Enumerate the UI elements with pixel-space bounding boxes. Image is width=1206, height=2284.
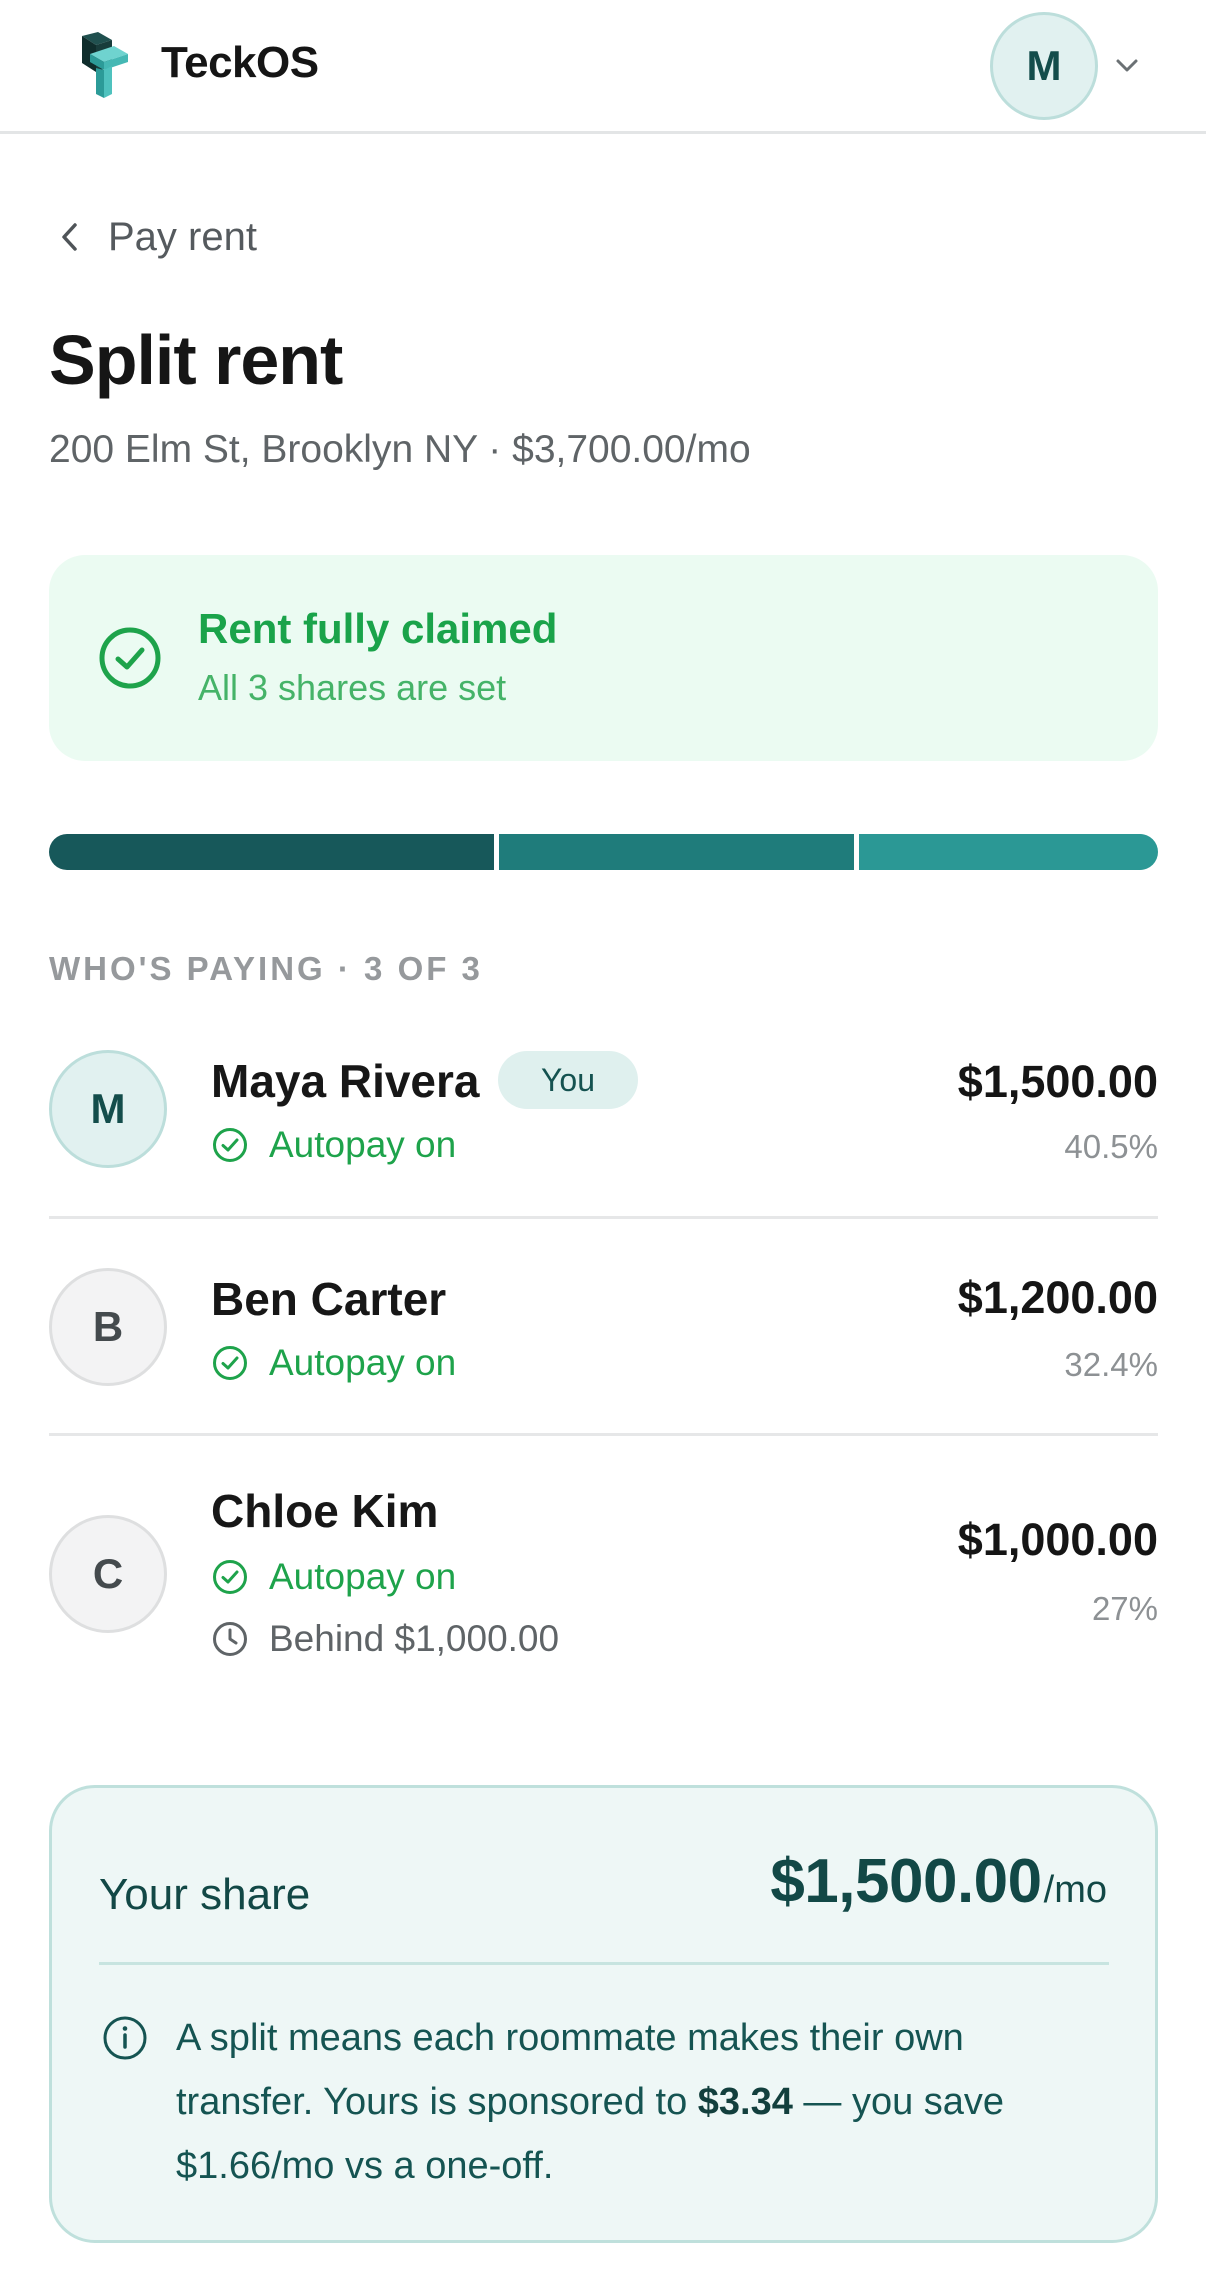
info-icon [103, 2016, 147, 2060]
share-value: $1,500.00 [770, 1847, 1042, 1916]
your-share-amount: $1,500.00 /mo [770, 1846, 1107, 1917]
roommate-name: Ben Carter [211, 1273, 447, 1325]
roommate-name: Maya Rivera [211, 1055, 480, 1107]
info-text-sponsored: $3.34 [697, 2081, 793, 2123]
roommate-row[interactable]: C Chloe Kim Autopay on Behind $1,000.00 … [49, 1484, 1158, 1664]
back-label: Pay rent [108, 214, 257, 259]
autopay-label: Autopay on [269, 1556, 457, 1597]
split-progress-bar [49, 834, 1158, 870]
alert-subtitle: All 3 shares are set [198, 667, 507, 708]
you-badge: You [498, 1051, 638, 1109]
app-header: TeckOS M [0, 0, 1206, 134]
share-amount: $1,000.00 [957, 1514, 1158, 1565]
row-divider [49, 1433, 1158, 1436]
section-label: WHO'S PAYING · 3 OF 3 [49, 950, 483, 987]
share-percent: 27% [1091, 1590, 1158, 1627]
chevron-left-icon [62, 223, 77, 251]
split-segment-chloe [859, 834, 1158, 870]
autopay-status: Autopay on [211, 1556, 456, 1598]
share-percent: 32.4% [1064, 1346, 1158, 1383]
share-percent: 40.5% [1064, 1128, 1158, 1165]
page-title: Split rent [49, 321, 343, 399]
autopay-label: Autopay on [269, 1124, 457, 1165]
check-circle-icon [213, 1560, 247, 1594]
avatar: B [49, 1268, 167, 1386]
your-share-card: Your share $1,500.00 /mo A split means e… [49, 1785, 1158, 2243]
claimed-alert: Rent fully claimed All 3 shares are set [49, 555, 1158, 761]
avatar: M [49, 1050, 167, 1168]
check-circle-icon [213, 1346, 247, 1380]
split-segment-ben [499, 834, 854, 870]
behind-status: Behind $1,000.00 [211, 1618, 559, 1660]
app-title: TeckOS [161, 38, 319, 87]
teckos-logo[interactable] [68, 32, 130, 100]
roommate-row[interactable]: B Ben Carter Autopay on $1,200.00 32.4% [49, 1268, 1158, 1388]
info-text: A split means each roommate makes their … [176, 2006, 1096, 2198]
alert-title: Rent fully claimed [198, 605, 558, 652]
autopay-label: Autopay on [269, 1342, 457, 1383]
clock-icon [213, 1622, 247, 1656]
autopay-status: Autopay on [211, 1124, 456, 1166]
card-divider [99, 1962, 1109, 1965]
share-amount: $1,200.00 [957, 1272, 1158, 1323]
chevron-down-icon[interactable] [1112, 52, 1142, 78]
share-label: Your share [99, 1870, 311, 1919]
user-avatar[interactable]: M [990, 12, 1098, 120]
row-divider [49, 1216, 1158, 1219]
avatar: C [49, 1515, 167, 1633]
check-circle-icon [99, 627, 161, 689]
behind-label: Behind $1,000.00 [269, 1618, 560, 1659]
share-unit: /mo [1043, 1869, 1107, 1911]
check-circle-icon [213, 1128, 247, 1162]
split-segment-maya [49, 834, 494, 870]
page-subtitle: 200 Elm St, Brooklyn NY · $3,700.00/mo [49, 428, 751, 471]
back-link[interactable]: Pay rent [50, 210, 257, 264]
roommate-row[interactable]: M Maya Rivera You Autopay on $1,500.00 4… [49, 1050, 1158, 1170]
roommate-name: Chloe Kim [211, 1485, 439, 1537]
share-amount: $1,500.00 [957, 1056, 1158, 1107]
autopay-status: Autopay on [211, 1342, 456, 1384]
